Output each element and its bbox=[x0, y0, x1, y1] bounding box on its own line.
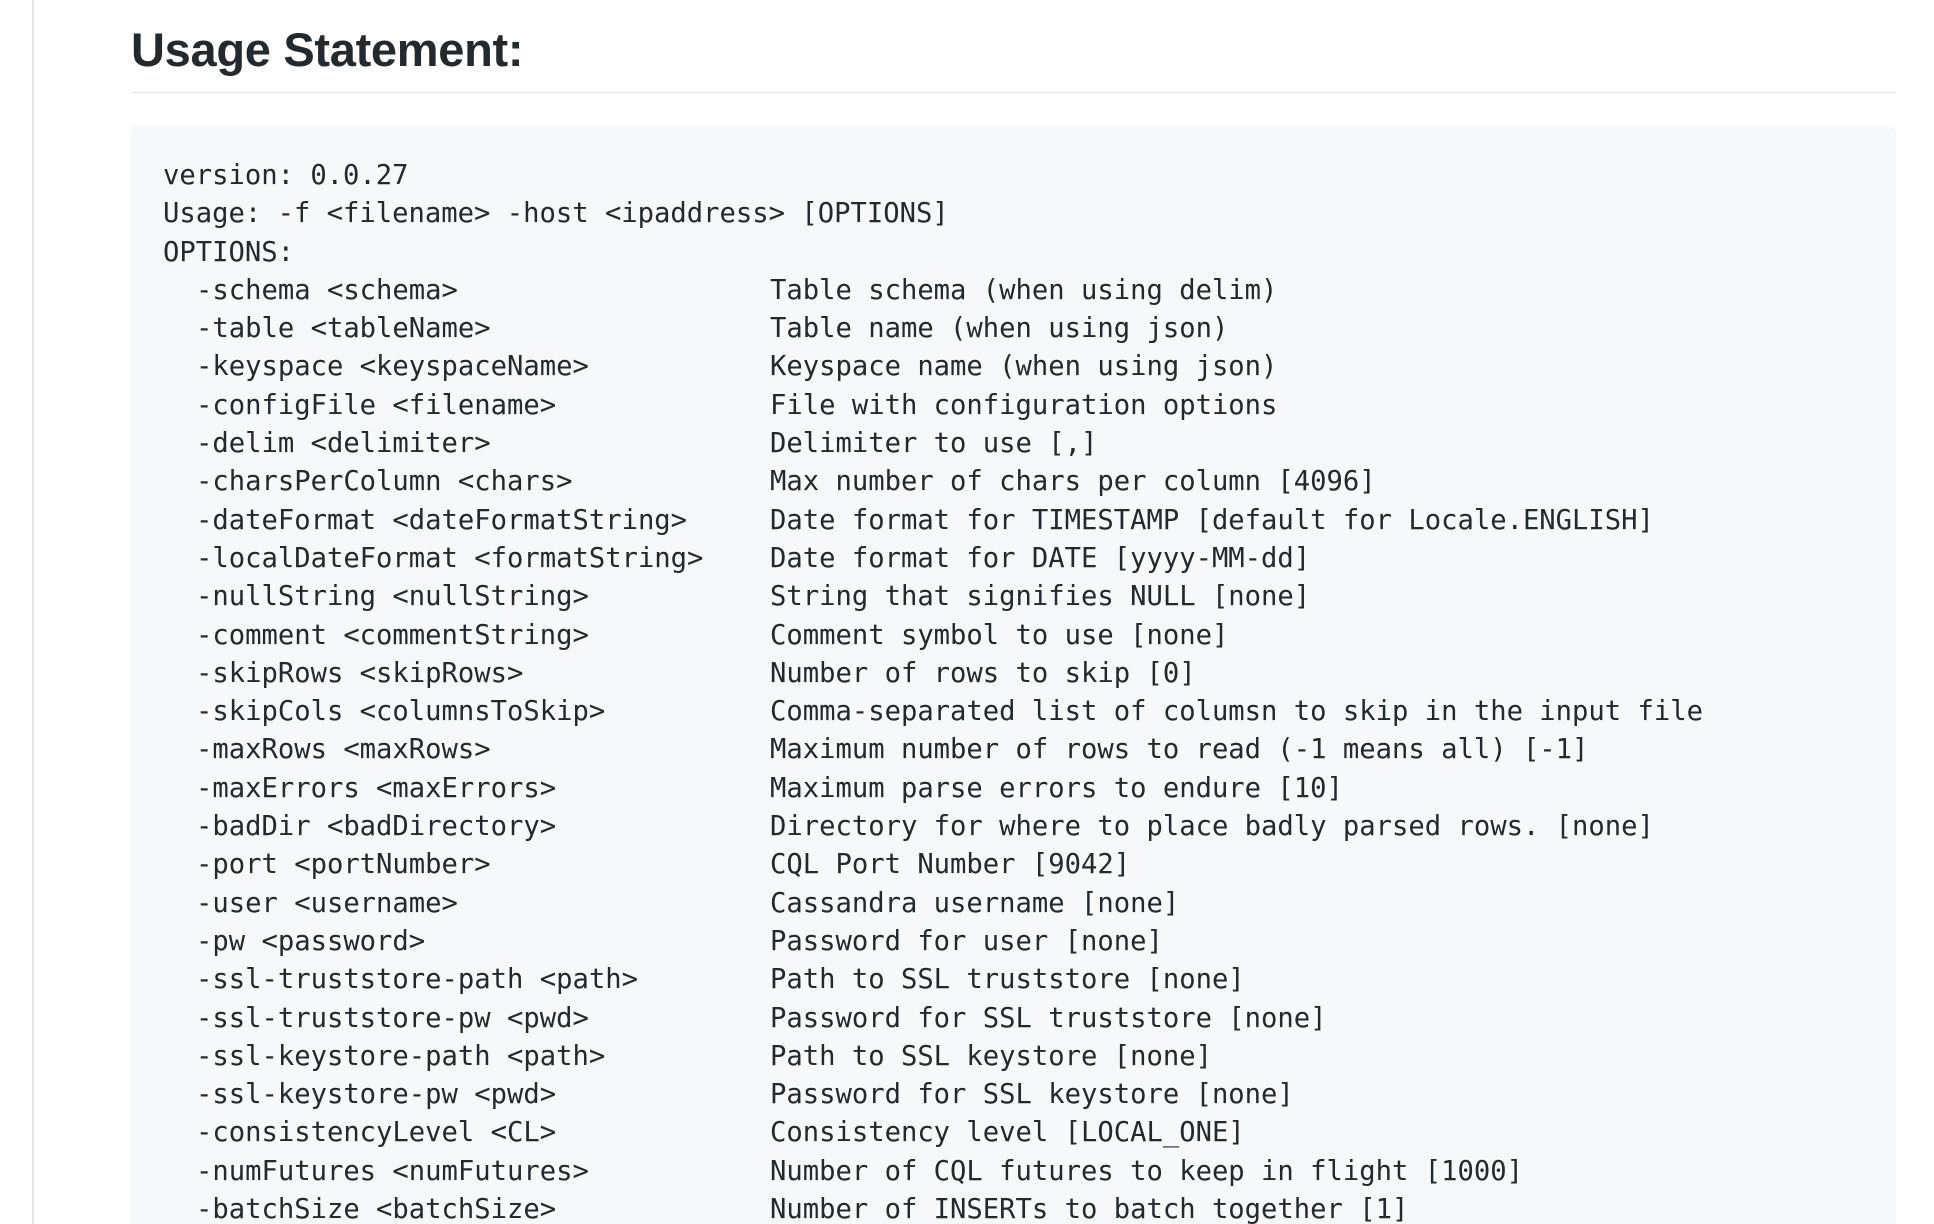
option-row: -schema <schema> Table schema (when using… bbox=[163, 272, 1864, 310]
option-flag: -port <portNumber> bbox=[196, 849, 491, 881]
option-flag: -ssl-keystore-pw <pwd> bbox=[196, 1079, 557, 1111]
option-flag: -table <tableName> bbox=[196, 313, 491, 345]
option-description: Max number of chars per column [4096] bbox=[770, 466, 1376, 498]
option-description: Table schema (when using delim) bbox=[770, 274, 1278, 306]
option-description: File with configuration options bbox=[770, 389, 1278, 421]
option-description: Path to SSL keystore [none] bbox=[770, 1040, 1212, 1072]
option-row: -ssl-keystore-pw <pwd> Password for SSL k… bbox=[163, 1076, 1864, 1114]
option-flag: -keyspace <keyspaceName> bbox=[196, 351, 589, 383]
option-flag: -localDateFormat <formatString> bbox=[196, 542, 704, 574]
option-row: -batchSize <batchSize> Number of INSERTs … bbox=[163, 1191, 1864, 1224]
option-description: Number of rows to skip [0] bbox=[770, 657, 1196, 689]
option-row: -charsPerColumn <chars> Max number of cha… bbox=[163, 463, 1864, 501]
option-row: -user <username> Cassandra username [none… bbox=[163, 885, 1864, 923]
option-description: Maximum number of rows to read (-1 means… bbox=[770, 734, 1589, 766]
option-row: -keyspace <keyspaceName> Keyspace name (w… bbox=[163, 348, 1864, 386]
usage-code: version: 0.0.27 Usage: -f <filename> -hos… bbox=[163, 157, 1864, 1224]
option-description: Keyspace name (when using json) bbox=[770, 351, 1278, 383]
option-row: -skipRows <skipRows> Number of rows to sk… bbox=[163, 655, 1864, 693]
option-description: Password for user [none] bbox=[770, 925, 1163, 957]
heading-divider bbox=[131, 92, 1896, 93]
option-flag: -pw <password> bbox=[196, 925, 426, 957]
option-description: Cassandra username [none] bbox=[770, 887, 1180, 919]
option-flag: -badDir <badDirectory> bbox=[196, 811, 557, 843]
option-description: Password for SSL truststore [none] bbox=[770, 1002, 1327, 1034]
option-flag: -batchSize <batchSize> bbox=[196, 1194, 557, 1224]
option-description: Date format for TIMESTAMP [default for L… bbox=[770, 504, 1654, 536]
option-flag: -delim <delimiter> bbox=[196, 428, 491, 460]
option-flag: -skipCols <columnsToSkip> bbox=[196, 696, 606, 728]
option-description: Maximum parse errors to endure [10] bbox=[770, 772, 1343, 804]
option-description: Comma-separated list of columsn to skip … bbox=[770, 696, 1703, 728]
option-flag: -maxRows <maxRows> bbox=[196, 734, 491, 766]
option-row: -ssl-keystore-path <path> Path to SSL key… bbox=[163, 1038, 1864, 1076]
page-left-border bbox=[32, 0, 34, 1224]
option-description: Delimiter to use [,] bbox=[770, 428, 1098, 460]
option-row: -ssl-truststore-pw <pwd> Password for SSL… bbox=[163, 1000, 1864, 1038]
option-flag: -dateFormat <dateFormatString> bbox=[196, 504, 688, 536]
option-description: Table name (when using json) bbox=[770, 313, 1229, 345]
option-flag: -user <username> bbox=[196, 887, 458, 919]
usage-line: Usage: -f <filename> -host <ipaddress> [… bbox=[163, 198, 949, 230]
option-row: -localDateFormat <formatString> Date form… bbox=[163, 540, 1864, 578]
option-flag: -nullString <nullString> bbox=[196, 581, 589, 613]
option-description: Consistency level [LOCAL_ONE] bbox=[770, 1117, 1245, 1149]
option-description: Path to SSL truststore [none] bbox=[770, 964, 1245, 996]
option-flag: -ssl-keystore-path <path> bbox=[196, 1040, 606, 1072]
option-flag: -maxErrors <maxErrors> bbox=[196, 772, 557, 804]
option-description: Comment symbol to use [none] bbox=[770, 619, 1229, 651]
option-row: -maxErrors <maxErrors> Maximum parse erro… bbox=[163, 770, 1864, 808]
option-row: -table <tableName> Table name (when using… bbox=[163, 310, 1864, 348]
option-flag: -consistencyLevel <CL> bbox=[196, 1117, 557, 1149]
option-flag: -schema <schema> bbox=[196, 274, 458, 306]
option-flag: -ssl-truststore-pw <pwd> bbox=[196, 1002, 589, 1034]
option-flag: -configFile <filename> bbox=[196, 389, 557, 421]
options-list: -schema <schema> Table schema (when using… bbox=[163, 272, 1864, 1224]
option-row: -skipCols <columnsToSkip> Comma-separated… bbox=[163, 693, 1864, 731]
option-row: -maxRows <maxRows> Maximum number of rows… bbox=[163, 731, 1864, 769]
version-line: version: 0.0.27 bbox=[163, 160, 409, 191]
option-row: -nullString <nullString> String that sign… bbox=[163, 578, 1864, 616]
option-flag: -numFutures <numFutures> bbox=[196, 1155, 589, 1187]
option-flag: -ssl-truststore-path <path> bbox=[196, 964, 638, 996]
readme-content: Usage Statement: version: 0.0.27 Usage: -… bbox=[131, 0, 1896, 1224]
option-description: Number of INSERTs to batch together [1] bbox=[770, 1194, 1409, 1224]
option-row: -dateFormat <dateFormatString> Date forma… bbox=[163, 502, 1864, 540]
option-flag: -comment <commentString> bbox=[196, 619, 589, 651]
option-row: -configFile <filename> File with configur… bbox=[163, 387, 1864, 425]
option-flag: -charsPerColumn <chars> bbox=[196, 466, 573, 498]
option-row: -port <portNumber> CQL Port Number [9042] bbox=[163, 846, 1864, 884]
option-description: Number of CQL futures to keep in flight … bbox=[770, 1155, 1523, 1187]
options-header: OPTIONS: bbox=[163, 236, 294, 268]
option-flag: -skipRows <skipRows> bbox=[196, 657, 524, 689]
option-description: Date format for DATE [yyyy-MM-dd] bbox=[770, 542, 1311, 574]
option-row: -delim <delimiter> Delimiter to use [,] bbox=[163, 425, 1864, 463]
option-description: String that signifies NULL [none] bbox=[770, 581, 1311, 613]
option-row: -ssl-truststore-path <path> Path to SSL t… bbox=[163, 961, 1864, 999]
option-row: -consistencyLevel <CL> Consistency level … bbox=[163, 1114, 1864, 1152]
option-row: -comment <commentString> Comment symbol t… bbox=[163, 617, 1864, 655]
option-description: Password for SSL keystore [none] bbox=[770, 1079, 1294, 1111]
option-description: CQL Port Number [9042] bbox=[770, 849, 1131, 881]
option-row: -badDir <badDirectory> Directory for wher… bbox=[163, 808, 1864, 846]
section-heading: Usage Statement: bbox=[131, 23, 524, 76]
option-description: Directory for where to place badly parse… bbox=[770, 811, 1654, 843]
code-block: version: 0.0.27 Usage: -f <filename> -hos… bbox=[131, 126, 1896, 1224]
option-row: -numFutures <numFutures> Number of CQL fu… bbox=[163, 1153, 1864, 1191]
option-row: -pw <password> Password for user [none] bbox=[163, 923, 1864, 961]
